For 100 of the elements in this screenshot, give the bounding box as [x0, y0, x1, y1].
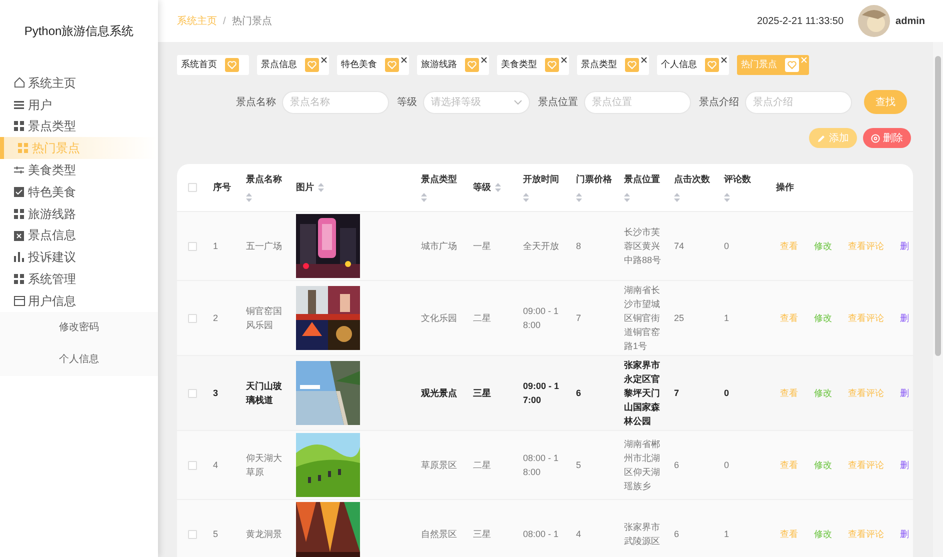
tab[interactable]: 景点类型 — [577, 55, 649, 75]
column-header: 景点名称 — [246, 173, 282, 186]
table-row[interactable]: 5 黄龙洞景 自然景区 三星 08:00 - 1 4 张家界市武陵源区 6 1 查看 修改 查看评论 删 — [177, 500, 913, 557]
table-cell: 城市广场 — [421, 241, 457, 251]
table-cell: 五一广场 — [246, 241, 282, 251]
column-header: 景点类型 — [421, 173, 457, 186]
table-cell: 1 — [724, 313, 730, 323]
row-checkbox[interactable] — [188, 388, 196, 398]
sort-icon[interactable] — [523, 192, 529, 202]
sidebar-item[interactable]: 投诉建议 — [0, 246, 158, 268]
sort-icon[interactable] — [576, 192, 582, 202]
table-row[interactable]: 2 铜官窑国风乐园 文化乐园 二星 09:00 - 18:00 7 湖南省长沙市望城区铜官街道铜官窑路1号 25 1 查看 修改 查看评论 删 — [177, 281, 913, 356]
tab[interactable]: 个人信息 — [657, 55, 729, 75]
table-cell: 仰天湖大草原 — [246, 453, 282, 477]
table-cell: 09:00 - 18:00 — [523, 306, 559, 330]
sidebar-item[interactable]: 用户 — [0, 94, 158, 116]
sort-icon[interactable] — [495, 183, 501, 192]
grid-icon — [18, 143, 28, 154]
heart-icon — [305, 58, 319, 72]
table-cell: 0 — [724, 241, 730, 251]
table-cell: 草原景区 — [421, 460, 457, 470]
table-cell: 7 — [674, 388, 680, 398]
delete-button[interactable]: 删除 — [863, 128, 911, 148]
sort-icon[interactable] — [724, 192, 730, 202]
row-checkbox[interactable] — [188, 460, 196, 470]
table-cell: 文化乐园 — [421, 313, 457, 323]
tab[interactable]: 系统首页 — [177, 55, 249, 75]
datetime: 2025-2-21 11:33:50 — [756, 14, 844, 28]
sort-icon[interactable] — [624, 192, 630, 202]
table-cell: 6 — [674, 460, 680, 470]
search-field[interactable]: 景点介绍 — [745, 90, 852, 114]
sidebar-item[interactable]: 特色美食 — [0, 180, 158, 203]
sidebar-item[interactable]: 景点类型 — [0, 116, 158, 138]
table-cell: 3 — [213, 388, 218, 398]
heart-icon — [385, 58, 399, 72]
close-icon[interactable] — [561, 57, 567, 63]
sidebar-item[interactable]: 系统管理 — [0, 268, 158, 290]
heart-icon — [705, 58, 719, 72]
action-link[interactable]: 修改 — [814, 458, 832, 472]
breadcrumb-item: 热门景点 — [232, 14, 272, 28]
row-checkbox[interactable] — [188, 530, 196, 538]
submenu-item[interactable]: 修改密码 — [0, 312, 158, 344]
app-title: Python旅游信息系统 — [23, 23, 135, 40]
tab[interactable]: 景点信息 — [257, 55, 329, 75]
column-header: 操作 — [776, 180, 794, 194]
action-link[interactable]: 删 — [900, 386, 909, 400]
action-link[interactable]: 删 — [900, 458, 909, 472]
sliders-icon — [14, 165, 24, 176]
clipboard-icon — [14, 230, 24, 241]
close-icon[interactable] — [641, 57, 647, 63]
action-link[interactable]: 修改 — [814, 527, 832, 541]
table-cell: 5 — [213, 529, 218, 539]
action-link[interactable]: 删 — [900, 239, 909, 253]
table-cell: 6 — [674, 529, 680, 539]
select-all-checkbox[interactable] — [188, 183, 196, 192]
table-cell: 08:00 - 1 — [523, 529, 559, 539]
table-cell: 7 — [576, 313, 582, 323]
sidebar-item[interactable]: 美食类型 — [0, 159, 158, 181]
search-field[interactable]: 景点位置 — [584, 90, 691, 114]
sidebar-item[interactable]: 用户信息 — [0, 290, 158, 312]
table-cell: 1 — [213, 241, 218, 251]
tab[interactable]: 特色美食 — [337, 55, 409, 75]
action-link[interactable]: 删 — [900, 311, 909, 325]
action-link[interactable]: 修改 — [814, 239, 832, 253]
avatar[interactable] — [858, 5, 890, 37]
sidebar-item[interactable]: 系统主页 — [0, 72, 158, 94]
close-icon[interactable] — [401, 57, 407, 63]
tab[interactable]: 旅游线路 — [417, 55, 489, 75]
username[interactable]: admin — [896, 14, 925, 28]
column-header: 等级 — [473, 180, 491, 194]
sort-icon[interactable] — [674, 192, 680, 202]
row-checkbox[interactable] — [188, 314, 196, 322]
table-row[interactable]: 4 仰天湖大草原 草原景区 二星 08:00 - 18:00 5 湖南省郴州市北湖区仰天湖瑶族乡 6 0 查看 修改 查看评论 删 — [177, 431, 913, 500]
sidebar-item[interactable]: 旅游线路 — [0, 202, 158, 225]
table-cell: 黄龙洞景 — [246, 529, 282, 539]
search-field[interactable]: 景点名称 — [282, 90, 389, 114]
row-checkbox[interactable] — [188, 242, 196, 250]
action-link[interactable]: 修改 — [814, 386, 832, 400]
action-link[interactable]: 删 — [900, 527, 909, 541]
sort-icon[interactable] — [421, 192, 427, 202]
table-cell: 三星 — [473, 529, 491, 539]
close-icon[interactable] — [321, 57, 327, 63]
close-icon[interactable] — [721, 57, 727, 63]
sidebar-item[interactable]: 景点信息 — [0, 224, 158, 246]
tab[interactable]: 美食类型 — [497, 55, 569, 75]
sort-icon[interactable] — [246, 192, 252, 202]
grid-icon — [14, 208, 24, 219]
table-cell: 08:00 - 18:00 — [523, 453, 559, 477]
table-cell: 25 — [674, 313, 684, 323]
column-header: 景点位置 — [624, 173, 660, 186]
scrollbar[interactable] — [933, 42, 943, 557]
close-icon[interactable] — [481, 57, 487, 63]
submenu-item[interactable]: 个人信息 — [0, 344, 158, 376]
table-row[interactable]: 1 五一广场 城市广场 一星 全天开放 8 长沙市芙蓉区黄兴中路88号 74 0 查看 修改 查看评论 删 — [177, 212, 913, 281]
table-cell: 5 — [576, 460, 582, 470]
table-cell: 湖南省长沙市望城区铜官街道铜官窑路1号 — [624, 285, 660, 351]
sort-icon[interactable] — [318, 183, 324, 192]
table-row[interactable]: 3 天门山玻璃栈道 观光景点 三星 09:00 - 17:00 6 张家界市永定区官黎坪天门山国家森林公园 7 0 查看 修改 查看评论 删 — [177, 356, 913, 431]
table-cell: 4 — [576, 529, 582, 539]
action-link[interactable]: 修改 — [814, 311, 832, 325]
